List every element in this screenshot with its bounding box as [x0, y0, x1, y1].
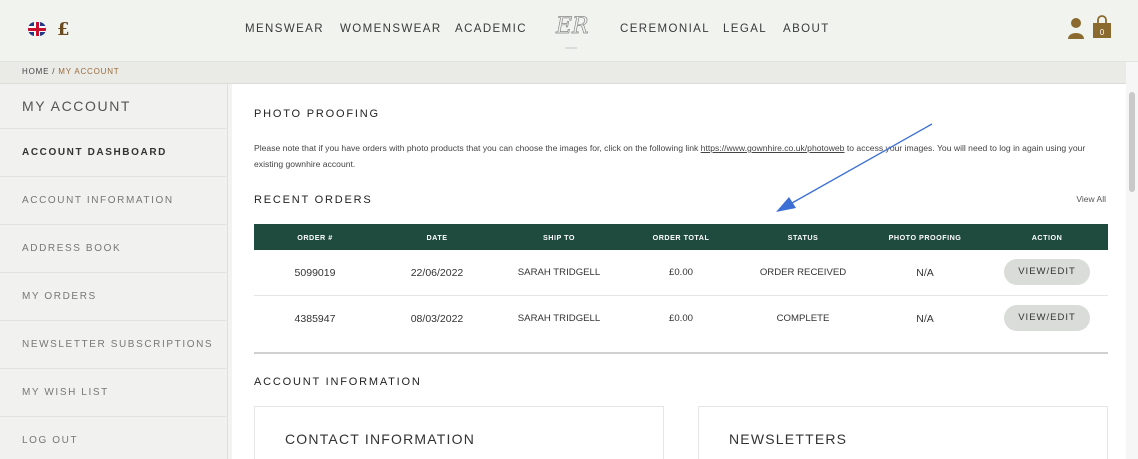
sidebar-item-account-information[interactable]: ACCOUNT INFORMATION: [0, 176, 228, 224]
newsletters-card: NEWSLETTERS: [698, 406, 1108, 459]
page-scrollbar[interactable]: [1126, 62, 1138, 459]
photo-proofing-title: PHOTO PROOFING: [254, 108, 380, 120]
scrollbar-thumb[interactable]: [1129, 92, 1135, 192]
photo-proofing-note: Please note that if you have orders with…: [254, 143, 1086, 169]
sidebar-item-log-out[interactable]: LOG OUT: [0, 416, 228, 459]
site-header: £ MENSWEAR WOMENSWEAR ACADEMIC ER CEREMO…: [0, 0, 1138, 62]
nav-legal[interactable]: LEGAL: [723, 23, 767, 35]
nav-womenswear[interactable]: WOMENSWEAR: [340, 23, 442, 35]
user-account-icon[interactable]: [1067, 17, 1085, 39]
newsletters-title: NEWSLETTERS: [729, 431, 848, 447]
view-edit-button[interactable]: VIEW/EDIT: [1004, 259, 1090, 285]
column-header-photo-proofing: PHOTO PROOFING: [888, 233, 962, 242]
bag-count: 0: [1100, 28, 1105, 37]
photo-proofing-status: N/A: [916, 313, 934, 325]
sidebar-item-newsletter-subscriptions[interactable]: NEWSLETTER SUBSCRIPTIONS: [0, 320, 228, 368]
er-logo[interactable]: ER: [551, 6, 591, 52]
sidebar-title: MY ACCOUNT: [22, 98, 132, 114]
column-header-date: DATE: [426, 233, 448, 242]
column-header-status: STATUS: [787, 233, 819, 242]
breadcrumb-current: MY ACCOUNT: [58, 67, 120, 76]
orders-table-header: ORDER # DATE SHIP TO ORDER TOTAL STATUS …: [254, 224, 1108, 250]
account-information-title: ACCOUNT INFORMATION: [254, 376, 422, 388]
order-date: 22/06/2022: [410, 267, 464, 279]
photoweb-link[interactable]: https://www.gownhire.co.uk/photoweb: [701, 143, 845, 153]
ship-to: SARAH TRIDGELL: [517, 267, 601, 278]
table-row: 5099019 22/06/2022 SARAH TRIDGELL £0.00 …: [254, 250, 1108, 296]
uk-flag-icon[interactable]: [28, 22, 46, 36]
view-all-link[interactable]: View All: [1076, 194, 1106, 204]
recent-orders-title: RECENT ORDERS: [254, 194, 373, 206]
column-header-action: ACTION: [1031, 233, 1063, 242]
contact-information-card: CONTACT INFORMATION: [254, 406, 664, 459]
logo-lettering: ER: [555, 14, 589, 39]
nav-menswear[interactable]: MENSWEAR: [245, 23, 324, 35]
sidebar-item-account-dashboard[interactable]: ACCOUNT DASHBOARD: [0, 128, 228, 176]
nav-academic[interactable]: ACADEMIC: [455, 23, 527, 35]
sidebar-item-my-wish-list[interactable]: MY WISH LIST: [0, 368, 228, 416]
order-total: £0.00: [668, 313, 693, 324]
order-date: 08/03/2022: [410, 313, 464, 325]
breadcrumb-separator: /: [49, 67, 59, 76]
account-sidebar: MY ACCOUNT ACCOUNT DASHBOARD ACCOUNT INF…: [0, 84, 228, 459]
table-bottom-border: [254, 352, 1108, 354]
sidebar-item-my-orders[interactable]: MY ORDERS: [0, 272, 228, 320]
order-number: 4385947: [294, 313, 336, 325]
contact-information-title: CONTACT INFORMATION: [285, 431, 476, 447]
shopping-bag-icon[interactable]: 0: [1092, 15, 1112, 39]
order-status: ORDER RECEIVED: [759, 267, 847, 278]
table-row: 4385947 08/03/2022 SARAH TRIDGELL £0.00 …: [254, 296, 1108, 342]
photo-proofing-status: N/A: [916, 267, 934, 279]
column-header-ship-to: SHIP TO: [543, 233, 575, 242]
order-status: COMPLETE: [776, 313, 830, 324]
nav-ceremonial[interactable]: CEREMONIAL: [620, 23, 710, 35]
order-total: £0.00: [668, 267, 693, 278]
column-header-order: ORDER #: [297, 233, 333, 242]
account-dashboard-main: PHOTO PROOFING Please note that if you h…: [232, 84, 1126, 459]
column-header-order-total: ORDER TOTAL: [652, 233, 710, 242]
breadcrumb: HOME / MY ACCOUNT: [0, 62, 1138, 84]
breadcrumb-home[interactable]: HOME: [22, 67, 49, 76]
order-number: 5099019: [294, 267, 336, 279]
nav-about[interactable]: ABOUT: [783, 23, 830, 35]
view-edit-button[interactable]: VIEW/EDIT: [1004, 305, 1090, 331]
currency-selector[interactable]: £: [57, 19, 70, 40]
sidebar-item-address-book[interactable]: ADDRESS BOOK: [0, 224, 228, 272]
ship-to: SARAH TRIDGELL: [517, 313, 601, 324]
